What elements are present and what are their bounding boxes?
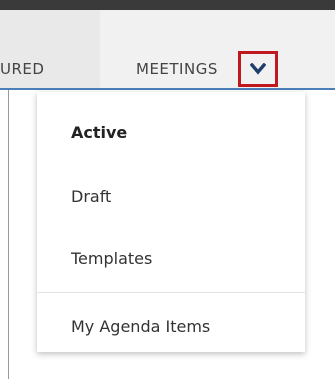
tab-featured[interactable]: URED bbox=[0, 10, 100, 90]
main-nav: URED MEETINGS bbox=[0, 10, 335, 90]
menu-item-templates[interactable]: Templates bbox=[71, 249, 152, 268]
tab-meetings[interactable]: MEETINGS bbox=[100, 10, 335, 90]
nav-underline bbox=[0, 88, 335, 90]
menu-divider bbox=[37, 292, 305, 293]
meetings-dropdown-toggle[interactable] bbox=[238, 51, 278, 87]
top-dark-bar bbox=[0, 0, 335, 10]
menu-item-draft[interactable]: Draft bbox=[71, 187, 111, 206]
tab-featured-label: URED bbox=[0, 60, 45, 78]
menu-item-active[interactable]: Active bbox=[71, 123, 127, 142]
tab-meetings-label: MEETINGS bbox=[136, 60, 218, 78]
menu-item-my-agenda-items[interactable]: My Agenda Items bbox=[71, 317, 210, 336]
chevron-down-icon bbox=[250, 63, 266, 75]
meetings-dropdown-menu: Active Draft Templates My Agenda Items bbox=[37, 92, 305, 352]
content-border bbox=[8, 90, 9, 379]
